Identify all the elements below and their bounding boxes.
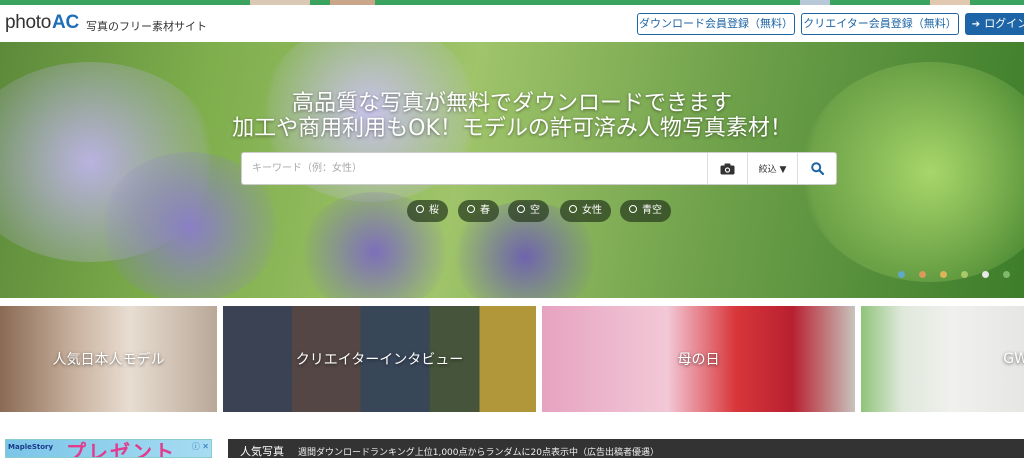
logo-ac: AC <box>52 12 79 33</box>
keyword-label: 女性 <box>582 205 602 216</box>
ad-brand: MapleStory <box>8 443 54 451</box>
carousel-dot[interactable] <box>1003 271 1010 278</box>
search-icon <box>569 205 577 213</box>
search-icon <box>811 162 824 175</box>
keyword-chip[interactable]: 桜 <box>407 200 448 222</box>
ad-close-icon[interactable]: ⓘ ✕ <box>192 441 209 452</box>
carousel-dot[interactable] <box>982 271 989 278</box>
carousel-dot[interactable] <box>919 271 926 278</box>
search-icon <box>467 205 475 213</box>
login-label: ログイン <box>984 17 1024 30</box>
ad-text: プレゼント <box>66 440 176 458</box>
keyword-label: 桜 <box>429 205 439 216</box>
search-icon <box>629 205 637 213</box>
site-header: photo AC 写真のフリー素材サイト ダウンロード会員登録（無料） クリエイタ… <box>0 5 1024 42</box>
search-button[interactable] <box>797 153 837 184</box>
login-button[interactable]: ➔ ログイン <box>965 13 1024 35</box>
hero-banner: 高品質な写真が無料でダウンロードできます 加工や商用利用もOK！モデルの許可済み… <box>0 42 1024 298</box>
carousel-dot[interactable] <box>898 271 905 278</box>
feature-tile-interview[interactable]: クリエイターインタビュー <box>223 306 536 412</box>
creator-register-button[interactable]: クリエイター会員登録（無料） <box>801 13 959 35</box>
ranking-subtitle: 週間ダウンロードランキング上位1,000点からランダムに20点表示中（広告出稿者… <box>298 448 659 458</box>
feature-tile-gw[interactable]: GW <box>861 306 1024 412</box>
feature-tile-model[interactable]: 人気日本人モデル <box>0 306 217 412</box>
hero-headline-2: 加工や商用利用もOK！モデルの許可済み人物写真素材！ <box>232 116 792 141</box>
feature-tile-label: GW <box>1003 351 1024 367</box>
feature-tile-label: 母の日 <box>677 352 720 368</box>
carousel-dot[interactable] <box>961 271 968 278</box>
keyword-label: 空 <box>530 205 540 216</box>
page: photo AC 写真のフリー素材サイト ダウンロード会員登録（無料） クリエイタ… <box>0 0 1024 458</box>
ranking-bar: 人気写真 週間ダウンロードランキング上位1,000点からランダムに20点表示中（… <box>228 439 1024 458</box>
ranking-title: 人気写真 <box>240 445 284 458</box>
feature-tile-mothers-day[interactable]: 母の日 <box>542 306 855 412</box>
feature-tile-label: クリエイターインタビュー <box>295 352 464 368</box>
login-icon: ➔ <box>971 19 981 30</box>
site-logo[interactable]: photo AC <box>5 12 79 34</box>
search-icon <box>517 205 525 213</box>
keyword-chip[interactable]: 女性 <box>560 200 611 222</box>
camera-search-button[interactable] <box>707 153 747 184</box>
logo-text: photo <box>5 12 52 33</box>
keyword-chip[interactable]: 空 <box>508 200 549 222</box>
filter-dropdown[interactable]: 絞込 ▼ <box>747 153 797 184</box>
popular-keywords: 桜 春 空 女性 青空 <box>0 200 1024 222</box>
camera-icon <box>720 163 735 174</box>
keyword-chip[interactable]: 青空 <box>620 200 671 222</box>
search-bar: 絞込 ▼ <box>241 152 837 185</box>
search-input[interactable] <box>242 153 707 184</box>
feature-tile-label: 人気日本人モデル <box>52 352 165 368</box>
carousel-dot[interactable] <box>940 271 947 278</box>
keyword-label: 春 <box>480 205 490 216</box>
keyword-chip[interactable]: 春 <box>458 200 499 222</box>
advertisement-banner[interactable]: MapleStory プレゼント ⓘ ✕ <box>5 439 212 458</box>
site-tagline: 写真のフリー素材サイト <box>86 20 207 33</box>
download-register-button[interactable]: ダウンロード会員登録（無料） <box>637 13 795 35</box>
search-icon <box>416 205 424 213</box>
feature-tiles: 人気日本人モデル クリエイターインタビュー 母の日 GW <box>0 306 1024 412</box>
keyword-label: 青空 <box>642 205 662 216</box>
